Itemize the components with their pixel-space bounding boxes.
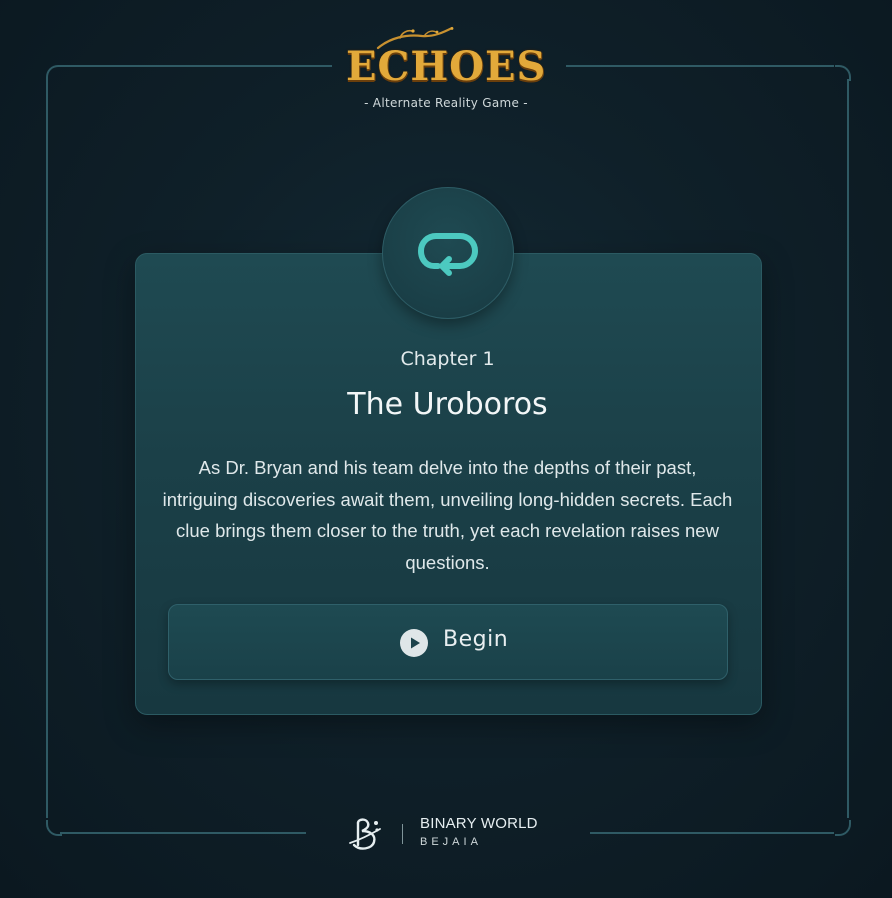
chapter-title: The Uroboros xyxy=(347,387,548,422)
frame-line-top-right xyxy=(566,65,834,67)
logo-wordmark: ECHOES xyxy=(346,43,547,90)
logo-subtitle: - Alternate Reality Game - xyxy=(364,96,528,110)
echoes-logo: ECHOES xyxy=(346,26,546,92)
frame-line-right xyxy=(847,79,849,818)
begin-label: Begin xyxy=(443,627,509,652)
frame-line-bottom-right xyxy=(590,832,834,834)
begin-button[interactable]: Begin xyxy=(168,604,728,680)
frame-corner-bottom-right xyxy=(835,820,851,836)
footer-separator xyxy=(402,824,403,844)
chapter-label: Chapter 1 xyxy=(400,348,495,370)
footer-org-name: BINARY WORLD xyxy=(420,815,538,832)
frame-line-left xyxy=(46,79,48,818)
frame-line-bottom-left xyxy=(60,832,306,834)
frame-corner-top-left xyxy=(46,65,62,81)
play-icon xyxy=(400,629,428,657)
loop-arrow-icon xyxy=(418,233,478,276)
frame-corner-top-right xyxy=(835,65,851,81)
frame-line-top-left xyxy=(60,65,332,67)
chapter-badge xyxy=(382,187,514,319)
chapter-description: As Dr. Bryan and his team delve into the… xyxy=(162,457,733,573)
frame-corner-bottom-left xyxy=(46,820,62,836)
footer-org-city: BEJAIA xyxy=(420,836,482,848)
binary-world-logo-icon xyxy=(349,818,381,850)
